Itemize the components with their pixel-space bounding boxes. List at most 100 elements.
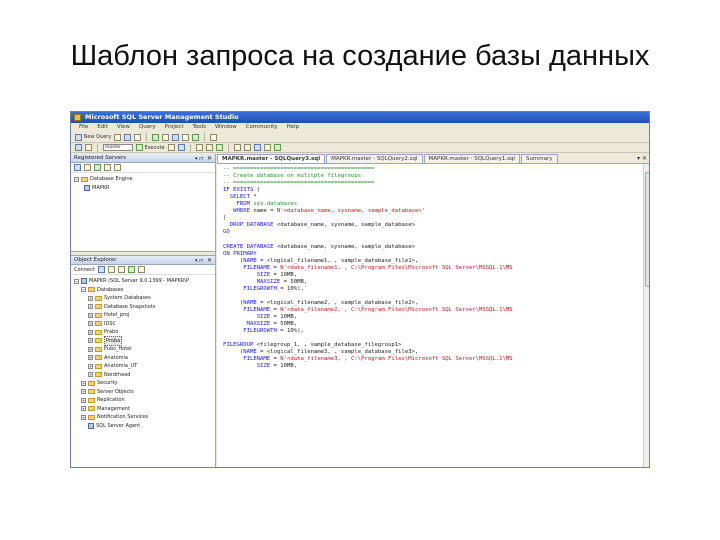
tree-node[interactable]: SQL Server Agent [74,422,215,431]
expand-icon[interactable]: + [88,372,93,378]
tab-sqlquery1[interactable]: MAPKR.master - SQLQuery1.sql [423,154,520,163]
integration-services-icon[interactable] [104,164,111,171]
new-query-icon [75,133,82,141]
sql-code[interactable]: -- =====================================… [223,166,639,467]
expand-icon[interactable]: + [88,304,93,310]
close-icon[interactable]: ✕ [207,154,212,163]
collapse-icon[interactable]: − [74,278,79,284]
tree-node[interactable]: + Notification Services [74,413,215,422]
menu-help[interactable]: Help [287,123,300,132]
properties-icon[interactable] [182,133,190,141]
new-query-button[interactable]: New Query [75,133,111,141]
expand-icon[interactable]: + [88,312,93,318]
tree-node[interactable]: + Anatomia [74,354,215,363]
expand-icon[interactable]: + [88,346,93,352]
expand-icon[interactable]: + [88,329,93,335]
expand-icon[interactable]: + [81,406,86,412]
save-icon[interactable] [124,133,132,141]
tab-controls-icon[interactable]: ▾ ✕ [637,155,647,162]
registered-servers-icon[interactable] [152,133,160,141]
expand-icon[interactable]: + [88,338,93,344]
reporting-services-icon[interactable] [94,164,101,171]
scrollbar-thumb[interactable] [645,172,649,287]
collapse-icon[interactable]: − [74,176,79,182]
object-explorer-icon[interactable] [162,133,170,141]
menu-edit[interactable]: Edit [97,123,108,132]
agent-icon [88,422,94,429]
outdent-icon[interactable] [263,144,271,151]
tree-node[interactable]: + Database Snapshots [74,303,215,312]
expand-icon[interactable]: + [81,389,86,395]
expand-icon[interactable]: + [81,414,86,420]
disconnect-icon[interactable] [107,266,115,273]
menu-bar: File Edit View Query Project Tools Windo… [71,123,649,132]
expand-icon[interactable]: + [88,321,93,327]
comment-icon[interactable] [233,144,241,151]
tree-node[interactable]: + Server Objects [74,388,215,397]
indent-icon[interactable] [253,144,261,151]
menu-view[interactable]: View [117,123,130,132]
uncomment-icon[interactable] [243,144,251,151]
open-file-icon[interactable] [114,133,122,141]
expand-icon[interactable]: + [88,355,93,361]
tree-node[interactable]: − Databases [74,286,215,295]
connect-button[interactable]: Connect [74,267,95,273]
tree-node[interactable]: + System Databases [74,294,215,303]
tree-node[interactable]: + Nordrhead [74,371,215,380]
solution-explorer-icon[interactable] [192,133,200,141]
template-explorer-icon[interactable] [172,133,180,141]
toolbar-separator [97,143,98,152]
results-to-grid-icon[interactable] [205,144,213,151]
collapse-icon[interactable]: − [81,287,86,293]
analysis-services-icon[interactable] [84,164,91,171]
tree-node[interactable]: − Database Engine [74,175,215,184]
tree-node[interactable]: − MAPKR (SQL Server 9.0.1399 - MAPKR\P [74,277,215,286]
menu-file[interactable]: File [79,123,88,132]
menu-query[interactable]: Query [139,123,156,132]
tree-node[interactable]: + IDSC [74,320,215,329]
database-engine-icon[interactable] [74,164,81,171]
tab-summary[interactable]: Summary [520,154,558,163]
tree-node[interactable]: + Proba [74,335,215,346]
editor-scrollbar[interactable] [643,164,649,467]
change-connection-icon[interactable] [85,144,92,151]
menu-tools[interactable]: Tools [192,123,206,132]
cancel-query-icon[interactable] [177,144,185,151]
results-to-file-icon[interactable] [215,144,223,151]
pin-icon[interactable]: ▾ ⊓ [195,155,203,164]
tree-node[interactable]: + Anatomia_UT [74,362,215,371]
help-icon[interactable] [210,133,218,141]
server-icon [84,184,90,191]
expand-icon[interactable]: + [88,363,93,369]
menu-project[interactable]: Project [165,123,184,132]
tree-node[interactable]: MAPKR [74,184,215,193]
code-line: FILEGROWTH = 10%), [243,285,304,292]
tree-node[interactable]: + Prabo [74,328,215,337]
expand-icon[interactable]: + [81,397,86,403]
close-icon[interactable]: ✕ [207,256,212,265]
specify-values-icon[interactable] [273,144,281,151]
save-all-icon[interactable] [134,133,142,141]
connect-icon[interactable] [97,266,105,273]
tree-node[interactable]: + Hotel_proj [74,311,215,320]
parse-icon[interactable] [167,144,175,151]
filter-icon[interactable] [127,266,135,273]
tab-sqlquery2[interactable]: MAPKR.master - SQLQuery2.sql [326,154,423,163]
tree-node[interactable]: + Management [74,405,215,414]
execute-button[interactable]: Execute [136,144,165,152]
expand-icon[interactable]: + [81,380,86,386]
menu-community[interactable]: Community [246,123,278,132]
refresh-icon[interactable] [137,266,145,273]
expand-icon[interactable]: + [88,295,93,301]
tree-node[interactable]: + Replication [74,396,215,405]
results-to-text-icon[interactable] [195,144,203,151]
tab-sqlquery3[interactable]: MAPKR.master - SQLQuery3.sql [217,154,326,163]
database-selector[interactable]: master [103,144,133,151]
stop-icon[interactable] [117,266,125,273]
mobile-icon[interactable] [114,164,121,171]
tree-node[interactable]: + Pubs_Hotel [74,345,215,354]
connect-icon[interactable] [75,144,82,151]
menu-window[interactable]: Window [215,123,237,132]
tree-node[interactable]: + Security [74,379,215,388]
pin-icon[interactable]: ▾ ⊓ [195,257,203,266]
